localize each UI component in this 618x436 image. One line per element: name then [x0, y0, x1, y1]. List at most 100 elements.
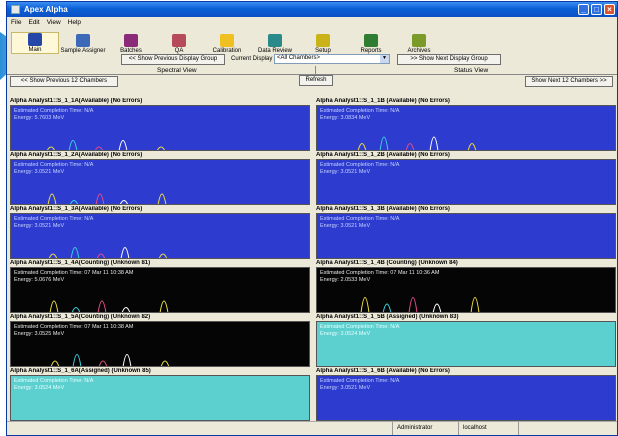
next-chambers-button[interactable]: Show Next 12 Chambers >> — [525, 76, 613, 87]
chamber-panel[interactable]: Alpha Analyst1::S_1_3B (Available) (No E… — [316, 206, 616, 259]
spectrum-peak — [70, 247, 80, 258]
chamber-panel[interactable]: Alpha Analyst1::S_1_2B (Available) (No E… — [316, 152, 616, 205]
chamber-spectrum[interactable]: Estimated Completion Time: N/A Energy: 3.… — [10, 375, 310, 421]
spectrum-plot — [48, 247, 168, 258]
toolbar-label: Main — [28, 47, 42, 53]
chamber-spectrum[interactable]: Estimated Completion Time: N/A Energy: 3.… — [316, 105, 616, 151]
display-group-select[interactable]: <All Chambers> ▼ — [274, 54, 390, 64]
chevron-down-icon[interactable]: ▼ — [380, 55, 389, 63]
previous-display-group-button[interactable]: << Show Previous Display Group — [121, 54, 225, 65]
chamber-title: Alpha Analyst1::S_1_2B (Available) (No E… — [316, 152, 450, 158]
chamber-spectrum[interactable]: Estimated Completion Time: N/A Energy: 3.… — [316, 159, 616, 205]
chamber-panel[interactable]: Alpha Analyst1::S_1_5A(Counting) (Unknow… — [10, 314, 310, 367]
main-icon — [28, 33, 42, 46]
chamber-panel[interactable]: Alpha Analyst1::S_1_1B (Available) (No E… — [316, 98, 616, 151]
spectral-view-header: Spectral View — [157, 67, 197, 74]
spectrum-peak — [429, 136, 439, 150]
previous-chambers-button[interactable]: << Show Previous 12 Chambers — [10, 76, 118, 87]
spectrum-peak — [360, 297, 370, 312]
menu-help[interactable]: Help — [68, 19, 81, 26]
close-button[interactable]: × — [604, 4, 615, 15]
toolbar-button-calibration[interactable]: Calibration — [203, 34, 251, 54]
spectrum-peak — [408, 297, 418, 312]
chamber-spectrum[interactable]: Estimated Completion Time: 07 Mar 11 10:… — [316, 267, 616, 313]
chamber-spectrum[interactable]: Estimated Completion Time: N/A Energy: 3.… — [316, 321, 616, 367]
spectrum-peak — [157, 193, 167, 204]
chamber-panel[interactable]: Alpha Analyst1::S_1_3A(Available) (No Er… — [10, 206, 310, 259]
menu-edit[interactable]: Edit — [28, 19, 39, 26]
sample-assigner-icon — [76, 34, 90, 47]
spectrum-peak — [432, 303, 442, 312]
chamber-panel[interactable]: Alpha Analyst1::S_1_5B (Assigned) (Unkno… — [316, 314, 616, 367]
completion-time: Estimated Completion Time: N/A — [320, 324, 400, 330]
chamber-panel[interactable]: Alpha Analyst1::S_1_2A(Available) (No Er… — [10, 152, 310, 205]
spectrum-peak — [470, 297, 480, 312]
refresh-button[interactable]: Refresh — [299, 75, 333, 86]
spectrum-peak — [71, 307, 81, 312]
chamber-spectrum[interactable]: Estimated Completion Time: N/A Energy: 3.… — [10, 213, 310, 259]
toolbar-button-reports[interactable]: Reports — [347, 34, 395, 54]
toolbar-button-batches[interactable]: Batches — [107, 34, 155, 54]
chamber-title: Alpha Analyst1::S_1_5A(Counting) (Unknow… — [10, 314, 151, 320]
next-display-group-button[interactable]: >> Show Next Display Group — [397, 54, 501, 65]
chamber-spectrum[interactable]: Estimated Completion Time: N/A Energy: 3.… — [316, 213, 616, 259]
chamber-spectrum[interactable]: Estimated Completion Time: N/A Energy: 3.… — [316, 375, 616, 421]
menu-view[interactable]: View — [47, 19, 61, 26]
minimize-button[interactable]: _ — [578, 4, 589, 15]
status-message — [7, 422, 392, 435]
chamber-panel[interactable]: Alpha Analyst1::S_1_4B (Counting) (Unkno… — [316, 260, 616, 313]
energy-value: Energy: 3.0524 MeV — [14, 385, 65, 391]
chamber-spectrum[interactable]: Estimated Completion Time: 07 Mar 11 10:… — [10, 267, 310, 313]
chamber-title: Alpha Analyst1::S_1_3A(Available) (No Er… — [10, 206, 143, 212]
spectrum-peak — [96, 253, 106, 258]
chamber-navigation: << Show Previous 12 Chambers Refresh Sho… — [7, 75, 617, 88]
screen: Apex Alpha _ □ × File Edit View Help Mai… — [0, 0, 618, 436]
chamber-title: Alpha Analyst1::S_1_6A(Assigned) (Unknow… — [10, 368, 151, 374]
chamber-title: Alpha Analyst1::S_1_6B (Available) (No E… — [316, 368, 450, 374]
qa-icon — [172, 34, 186, 47]
spectrum-peak — [382, 303, 392, 312]
spectrum-peak — [158, 253, 168, 258]
chamber-spectrum[interactable]: Estimated Completion Time: N/A Energy: 3.… — [10, 159, 310, 205]
spectrum-plot — [47, 193, 167, 204]
completion-time: Estimated Completion Time: N/A — [14, 378, 94, 384]
chamber-panel[interactable]: Alpha Analyst1::S_1_6B (Available) (No E… — [316, 368, 616, 421]
spectrum-peak — [379, 136, 389, 150]
chamber-panel[interactable]: Alpha Analyst1::S_1_4A(Counting) (Unknow… — [10, 260, 310, 313]
chamber-panel[interactable]: Alpha Analyst1::S_1_1A(Available) (No Er… — [10, 98, 310, 151]
toolbar-button-setup[interactable]: Setup — [299, 34, 347, 54]
menu-bar: File Edit View Help — [7, 17, 617, 28]
display-group-value: <All Chambers> — [277, 55, 321, 61]
spectrum-peak — [357, 143, 367, 150]
spectrum-peak — [119, 200, 129, 204]
toolbar-button-data-review[interactable]: Data Review — [251, 34, 299, 54]
spectrum-peak — [120, 247, 130, 258]
main-toolbar: Main Sample Assigner Batches QA Calibration D… — [7, 28, 617, 54]
toolbar-button-qa[interactable]: QA — [155, 34, 203, 54]
spectrum-peak — [95, 193, 105, 204]
chamber-spectrum[interactable]: Estimated Completion Time: 07 Mar 11 10:… — [10, 321, 310, 367]
toolbar-button-archives[interactable]: Archives — [395, 34, 443, 54]
chamber-title: Alpha Analyst1::S_1_1B (Available) (No E… — [316, 98, 450, 104]
spectrum-peak — [48, 253, 58, 258]
maximize-button[interactable]: □ — [591, 4, 602, 15]
toolbar-button-main[interactable]: Main — [11, 32, 59, 54]
spectrum-plot — [50, 354, 170, 366]
chamber-panel[interactable]: Alpha Analyst1::S_1_6A(Assigned) (Unknow… — [10, 368, 310, 421]
setup-icon — [316, 34, 330, 47]
status-user: Administrator — [392, 422, 458, 435]
menu-file[interactable]: File — [11, 19, 21, 26]
calibration-icon — [220, 34, 234, 47]
status-host: localhost — [458, 422, 518, 435]
toolbar-button-sample-assigner[interactable]: Sample Assigner — [59, 34, 107, 54]
chamber-spectrum[interactable]: Estimated Completion Time: N/A Energy: 5.… — [10, 105, 310, 151]
chamber-grid: Alpha Analyst1::S_1_1A(Available) (No Er… — [10, 98, 616, 421]
title-bar[interactable]: Apex Alpha _ □ × — [7, 2, 617, 17]
spectrum-peak — [47, 193, 57, 204]
chamber-title: Alpha Analyst1::S_1_4B (Counting) (Unkno… — [316, 260, 458, 266]
chamber-title: Alpha Analyst1::S_1_5B (Assigned) (Unkno… — [316, 314, 459, 320]
app-window: Apex Alpha _ □ × File Edit View Help Mai… — [6, 1, 618, 436]
view-headers: Spectral View Status View — [7, 66, 617, 75]
energy-value: Energy: 3.0521 MeV — [320, 169, 371, 175]
reports-icon — [364, 34, 378, 47]
